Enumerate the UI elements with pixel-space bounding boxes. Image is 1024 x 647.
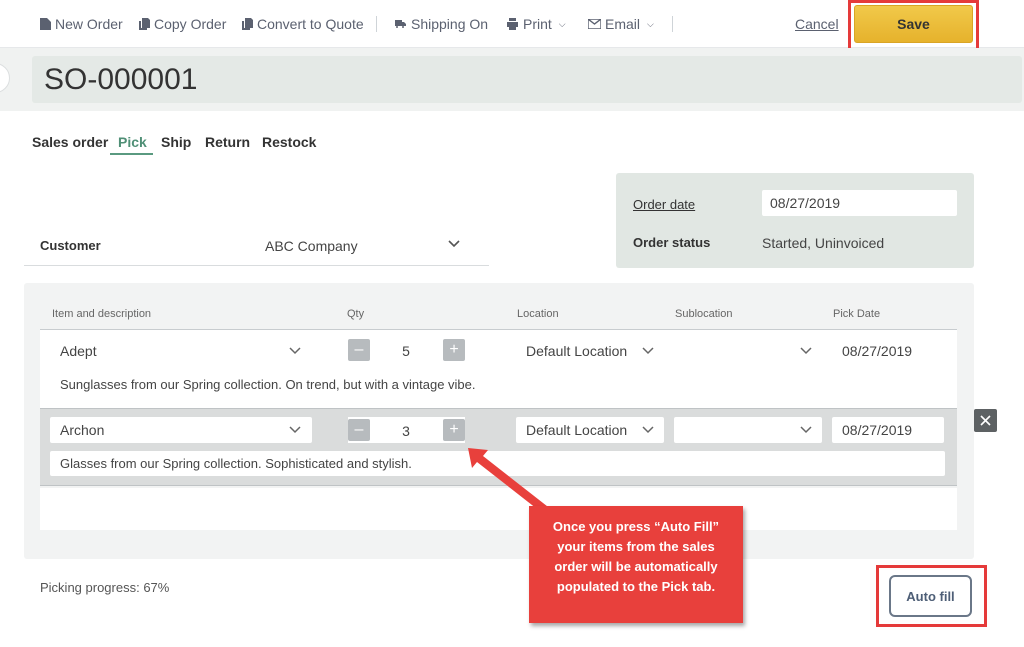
new-order-label: New Order	[55, 16, 123, 32]
item-select[interactable]: Adept	[50, 338, 312, 364]
column-header-location: Location	[517, 308, 559, 320]
column-header-pick-date: Pick Date	[833, 308, 881, 320]
qty-increment-button[interactable]: +	[443, 339, 465, 361]
order-date-label[interactable]: Order date	[633, 197, 695, 212]
tab-return[interactable]: Return	[205, 134, 250, 150]
tab-sales-order[interactable]: Sales order	[32, 134, 108, 150]
item-select[interactable]: Archon	[50, 417, 312, 443]
qty-value[interactable]: 5	[376, 343, 436, 359]
chevron-down-icon[interactable]	[800, 347, 812, 355]
convert-to-quote-label: Convert to Quote	[257, 16, 364, 32]
chevron-down-icon[interactable]	[642, 347, 654, 355]
convert-icon	[242, 18, 253, 30]
copy-order-button[interactable]: Copy Order	[139, 16, 226, 32]
printer-icon	[507, 18, 518, 30]
column-header-item: Item and description	[52, 308, 152, 320]
auto-fill-button[interactable]: Auto fill	[889, 575, 972, 617]
remove-row-button[interactable]	[974, 409, 997, 432]
qty-decrement-button[interactable]: –	[348, 339, 370, 361]
column-header-sublocation: Sublocation	[675, 308, 733, 320]
convert-to-quote-button[interactable]: Convert to Quote	[242, 16, 364, 32]
qty-increment-button[interactable]: +	[443, 419, 465, 441]
active-tab-indicator	[110, 153, 153, 155]
qty-value[interactable]: 3	[376, 423, 436, 439]
customer-label: Customer	[40, 238, 101, 253]
cancel-link[interactable]: Cancel	[795, 16, 839, 32]
order-status-value: Started, Uninvoiced	[762, 235, 885, 251]
save-button[interactable]: Save	[854, 5, 973, 43]
order-status-label: Order status	[633, 235, 711, 250]
close-icon	[980, 415, 991, 426]
chevron-down-icon: ⌵	[647, 18, 654, 29]
order-date-field[interactable]: 08/27/2019	[762, 190, 957, 216]
chevron-down-icon[interactable]	[800, 426, 812, 434]
toolbar-divider	[376, 16, 377, 32]
chevron-down-icon[interactable]	[289, 347, 301, 355]
chevron-down-icon: ⌵	[558, 18, 566, 29]
chevron-down-icon[interactable]	[289, 426, 301, 434]
chevron-down-icon[interactable]	[448, 240, 460, 248]
print-label: Print	[523, 16, 552, 32]
qty-decrement-button[interactable]: –	[348, 419, 370, 441]
shipping-toggle-label: Shipping On	[411, 16, 489, 32]
envelope-icon	[588, 19, 601, 29]
email-menu-button[interactable]: Email ⌵	[588, 16, 654, 32]
callout-note: Once you press “Auto Fill” your items fr…	[529, 506, 743, 623]
customer-divider	[24, 265, 489, 266]
item-description: Sunglasses from our Spring collection. O…	[60, 377, 476, 392]
truck-icon	[395, 20, 406, 28]
tab-ship[interactable]: Ship	[161, 134, 191, 150]
pick-date-field[interactable]: 08/27/2019	[832, 417, 944, 443]
document-icon	[40, 18, 51, 30]
item-description: Glasses from our Spring collection. Soph…	[60, 456, 412, 471]
pick-date-field[interactable]: 08/27/2019	[832, 338, 944, 364]
copy-order-label: Copy Order	[154, 16, 227, 32]
order-number-field[interactable]: SO-000001	[32, 56, 1022, 103]
tab-restock[interactable]: Restock	[262, 134, 316, 150]
email-label: Email	[605, 16, 641, 32]
chevron-down-icon[interactable]	[642, 426, 654, 434]
picking-progress: Picking progress: 67%	[40, 580, 170, 595]
shipping-toggle-button[interactable]: Shipping On	[394, 16, 488, 32]
print-menu-button[interactable]: Print ⌵	[506, 16, 566, 32]
customer-select[interactable]: ABC Company	[265, 238, 358, 254]
toolbar-divider	[672, 16, 673, 32]
order-info-panel	[616, 173, 974, 268]
tab-pick[interactable]: Pick	[118, 134, 147, 150]
copy-icon	[139, 18, 150, 30]
column-header-qty: Qty	[347, 308, 365, 320]
new-order-button[interactable]: New Order	[40, 16, 123, 32]
